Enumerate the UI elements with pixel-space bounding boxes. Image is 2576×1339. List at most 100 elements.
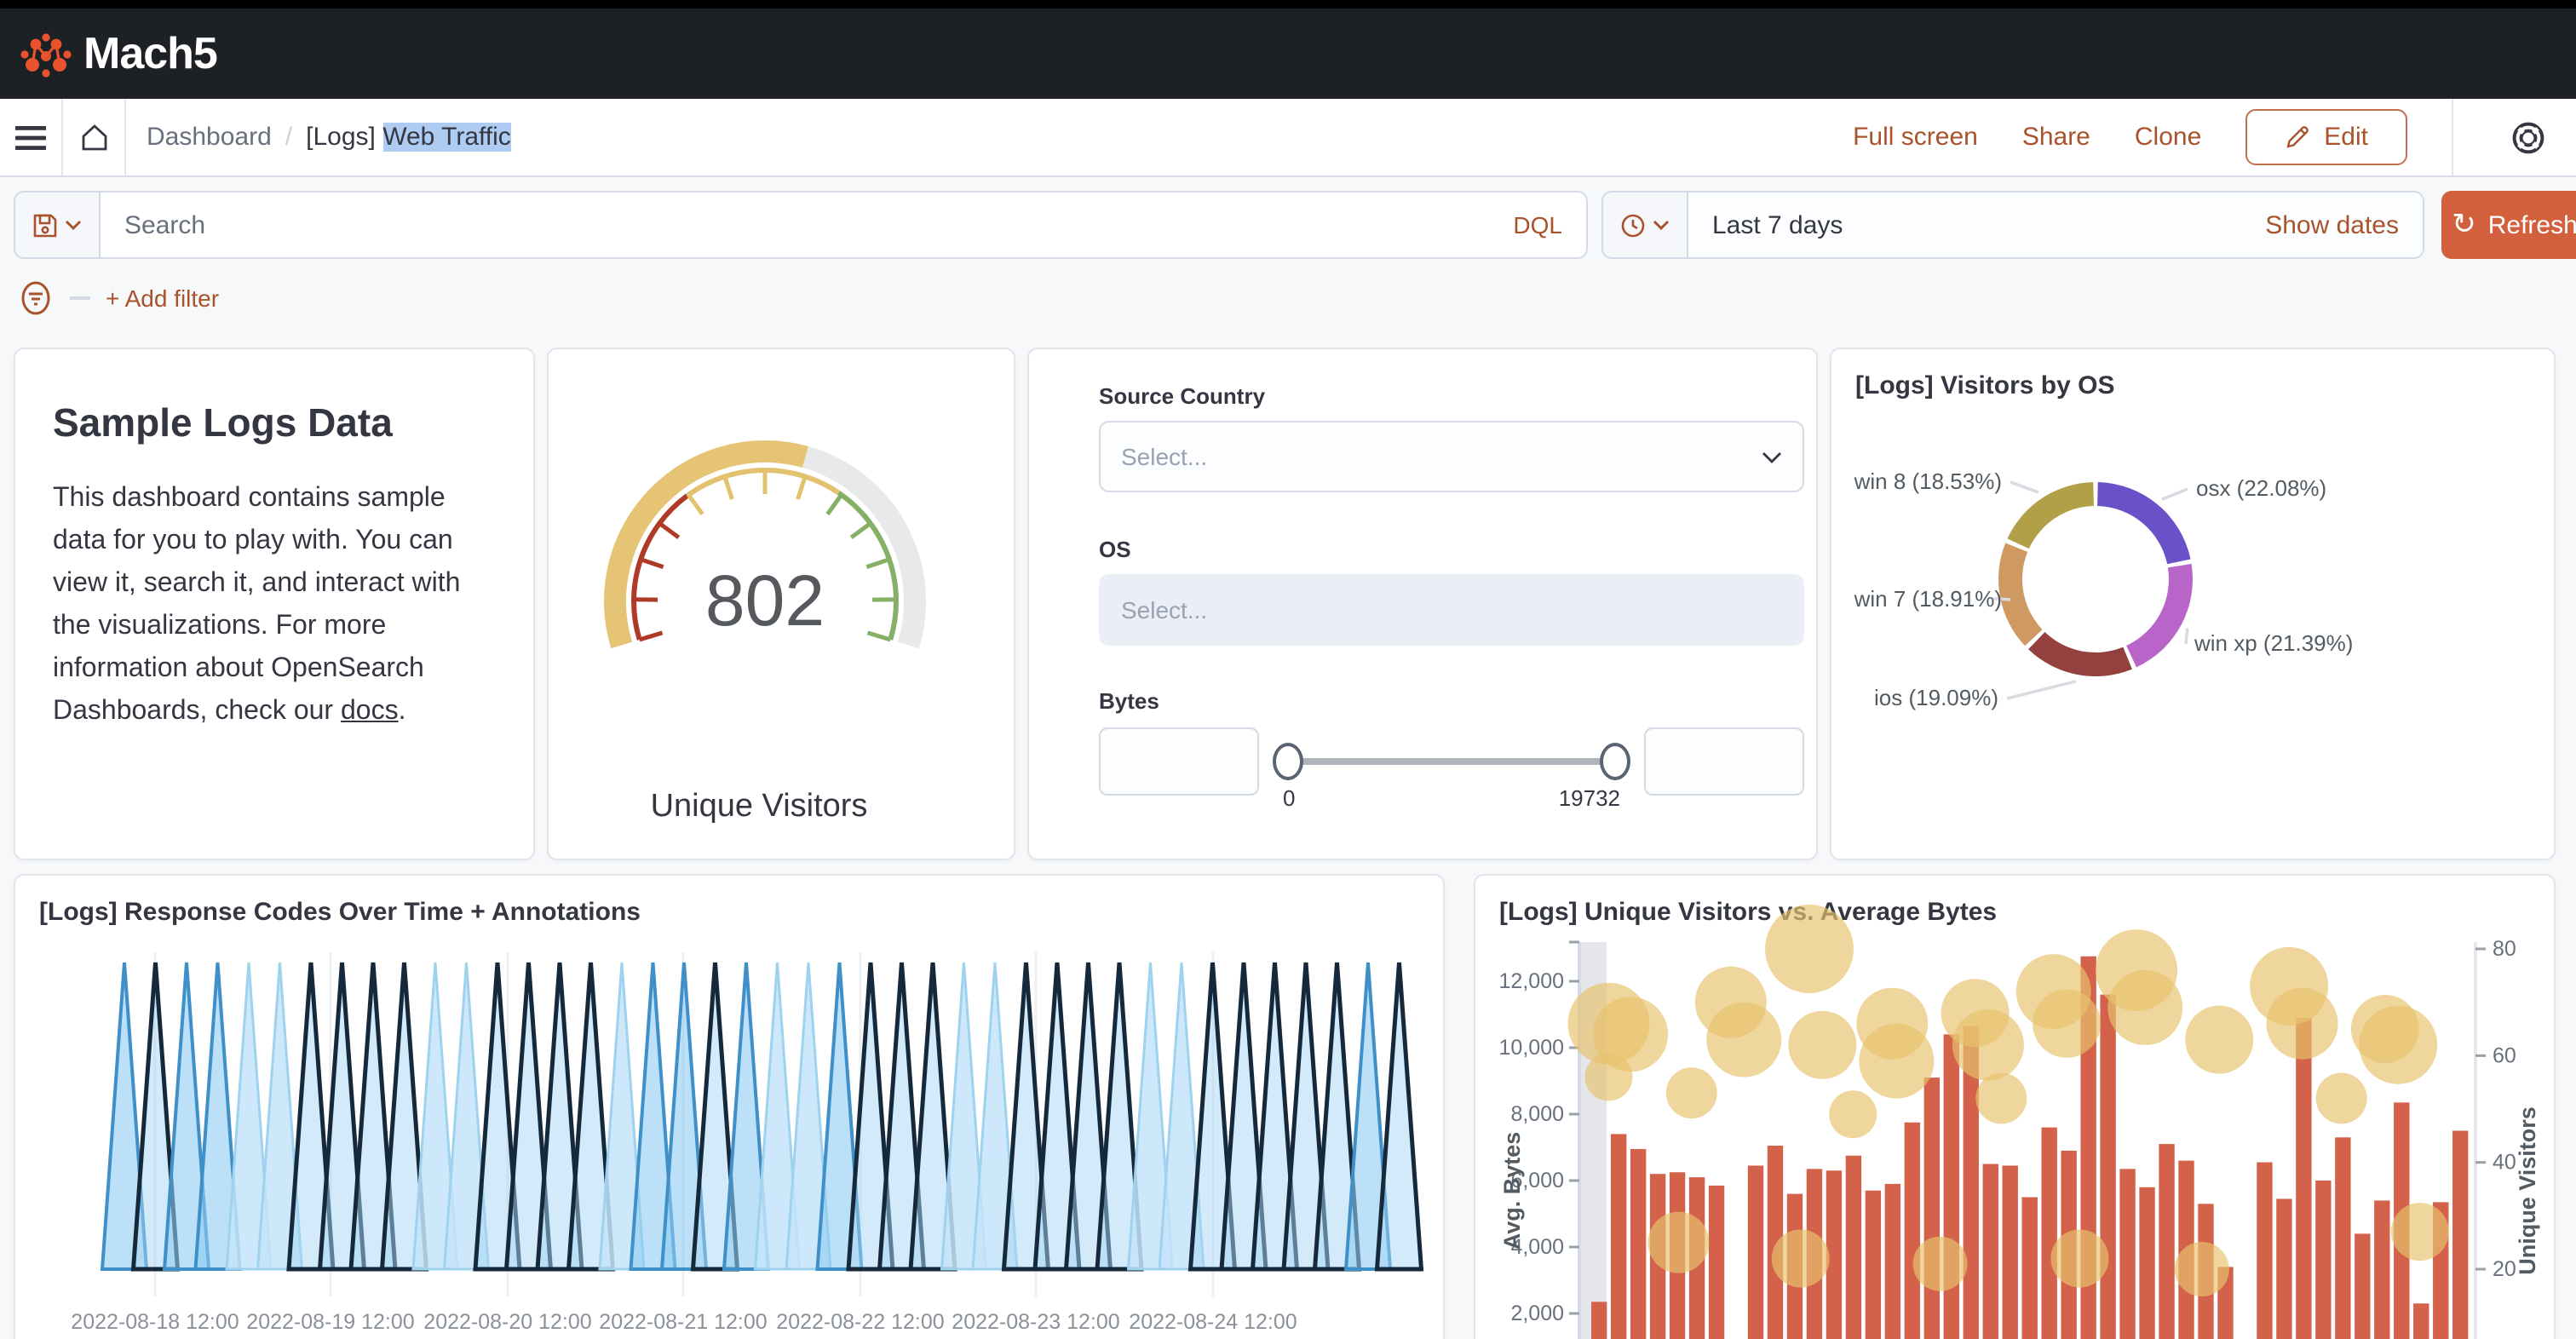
panel-controls: Source Country Select... OS Select... By… bbox=[1027, 348, 1818, 860]
svg-text:12,000: 12,000 bbox=[1499, 969, 1564, 993]
saved-queries-button[interactable] bbox=[15, 193, 101, 257]
bytes-max-value: 19732 bbox=[1559, 785, 1620, 811]
panel-response-codes: [Logs] Response Codes Over Time + Annota… bbox=[14, 874, 1445, 1339]
gauge-chart: 802 bbox=[549, 349, 1014, 859]
svg-text:2022-08-22 12:00: 2022-08-22 12:00 bbox=[776, 1310, 944, 1334]
svg-text:8,000: 8,000 bbox=[1510, 1102, 1564, 1126]
source-country-select[interactable]: Select... bbox=[1099, 421, 1804, 492]
pencil-icon bbox=[2285, 124, 2310, 150]
filter-icon[interactable] bbox=[17, 279, 55, 317]
svg-text:2022-08-24 12:00: 2022-08-24 12:00 bbox=[1129, 1310, 1297, 1334]
bytes-min-input[interactable] bbox=[1099, 727, 1259, 796]
panel-unique-visitors-gauge: 802 Unique Visitors bbox=[547, 348, 1015, 860]
mach5-logo-icon bbox=[20, 28, 72, 79]
svg-text:2022-08-18 12:00: 2022-08-18 12:00 bbox=[71, 1310, 239, 1334]
breadcrumb-current-prefix: [Logs] bbox=[306, 123, 382, 152]
home-icon bbox=[79, 123, 108, 152]
refresh-icon: ↻ bbox=[2452, 208, 2476, 242]
show-dates-button[interactable]: Show dates bbox=[2265, 210, 2399, 239]
bytes-slider-track-wrap: 0 19732 bbox=[1269, 727, 1634, 796]
hamburger-icon bbox=[15, 125, 46, 149]
markdown-body: This dashboard contains sample data for … bbox=[53, 477, 496, 733]
bytes-slider-track bbox=[1283, 758, 1620, 765]
response-codes-chart: 2022-08-18 12:00 2022-08-19 12:00 2022-08-… bbox=[15, 927, 1443, 1339]
full-screen-button[interactable]: Full screen bbox=[1853, 123, 1978, 152]
svg-text:2022-08-21 12:00: 2022-08-21 12:00 bbox=[599, 1310, 767, 1334]
svg-text:2022-08-23 12:00: 2022-08-23 12:00 bbox=[952, 1310, 1119, 1334]
edit-button-label: Edit bbox=[2324, 123, 2368, 152]
mach5-logo[interactable]: Mach5 bbox=[0, 27, 217, 80]
search-input[interactable] bbox=[101, 193, 1489, 257]
bytes-slider-handle-min[interactable] bbox=[1273, 743, 1303, 780]
query-bar: DQL Last 7 days Show dates ↻ Refresh bbox=[14, 191, 2562, 259]
dashboard-app: Mach5 Dashboard / [Logs] Web Traffic bbox=[0, 0, 2576, 1339]
clone-button[interactable]: Clone bbox=[2135, 123, 2201, 152]
svg-text:80: 80 bbox=[2493, 937, 2516, 961]
os-label: OS bbox=[1099, 537, 1804, 562]
svg-text:2,000: 2,000 bbox=[1510, 1302, 1564, 1325]
breadcrumb-separator: / bbox=[285, 123, 292, 152]
breadcrumb: Dashboard / [Logs] Web Traffic bbox=[147, 123, 511, 152]
visitors-by-os-chart: osx (22.08%) win xp (21.39%) ios (19.09%) w… bbox=[1831, 400, 2554, 853]
divider bbox=[124, 99, 126, 175]
life-ring-icon bbox=[2510, 118, 2547, 156]
svg-text:40: 40 bbox=[2493, 1151, 2516, 1175]
svg-text:60: 60 bbox=[2493, 1043, 2516, 1067]
docs-link[interactable]: docs bbox=[341, 697, 399, 726]
bytes-slider-handle-max[interactable] bbox=[1600, 743, 1630, 780]
chevron-down-icon bbox=[65, 220, 82, 230]
breadcrumb-current: [Logs] Web Traffic bbox=[306, 123, 511, 152]
source-country-label: Source Country bbox=[1099, 383, 1804, 409]
save-icon bbox=[32, 212, 58, 238]
os-placeholder: Select... bbox=[1121, 596, 1207, 624]
panel-visitors-vs-bytes: [Logs] Unique Visitors vs. Average Bytes… bbox=[1474, 874, 2556, 1339]
svg-text:2022-08-19 12:00: 2022-08-19 12:00 bbox=[246, 1310, 414, 1334]
panel-visitors-by-os: [Logs] Visitors by OS osx (22.08%) win xp… bbox=[1830, 348, 2556, 860]
response-codes-title: [Logs] Response Codes Over Time + Annota… bbox=[15, 876, 1443, 927]
svg-text:win 8 (18.53%): win 8 (18.53%) bbox=[1854, 468, 2002, 494]
refresh-button-label: Refresh bbox=[2488, 210, 2576, 239]
bytes-max-input[interactable] bbox=[1644, 727, 1804, 796]
svg-text:win xp (21.39%): win xp (21.39%) bbox=[2194, 630, 2353, 656]
share-button[interactable]: Share bbox=[2022, 123, 2090, 152]
refresh-button[interactable]: ↻ Refresh bbox=[2441, 191, 2576, 259]
nav-bar: Dashboard / [Logs] Web Traffic Full scre… bbox=[0, 99, 2576, 177]
panel-sample-logs-data: Sample Logs Data This dashboard contains… bbox=[14, 348, 535, 860]
chevron-down-icon bbox=[1653, 220, 1670, 230]
svg-text:20: 20 bbox=[2493, 1257, 2516, 1281]
add-filter-button[interactable]: + Add filter bbox=[106, 284, 219, 312]
svg-text:ios (19.09%): ios (19.09%) bbox=[1874, 685, 1998, 710]
svg-text:osx (22.08%): osx (22.08%) bbox=[2196, 475, 2326, 501]
time-quick-select-button[interactable] bbox=[1603, 193, 1688, 257]
help-button[interactable] bbox=[2498, 99, 2559, 175]
markdown-text-suffix: . bbox=[399, 697, 406, 726]
edit-button[interactable]: Edit bbox=[2245, 109, 2407, 165]
nav-actions: Full screen Share Clone Edit bbox=[1853, 99, 2576, 175]
breadcrumb-selected-text: Web Traffic bbox=[382, 123, 511, 152]
bytes-label: Bytes bbox=[1099, 688, 1804, 714]
source-country-placeholder: Select... bbox=[1121, 443, 1207, 470]
svg-text:802: 802 bbox=[705, 560, 825, 641]
window-top-strip bbox=[0, 0, 2576, 9]
search-group: DQL bbox=[14, 191, 1588, 259]
pie-panel-title: [Logs] Visitors by OS bbox=[1831, 349, 2554, 400]
home-button[interactable] bbox=[63, 99, 124, 175]
clock-icon bbox=[1620, 212, 1646, 238]
date-picker-group: Last 7 days Show dates bbox=[1601, 191, 2424, 259]
filter-bar: + Add filter bbox=[17, 276, 219, 320]
brand-bar: Mach5 bbox=[0, 9, 2576, 99]
svg-text:2022-08-20 12:00: 2022-08-20 12:00 bbox=[423, 1310, 591, 1334]
divider bbox=[70, 296, 90, 300]
time-range-button[interactable]: Last 7 days Show dates bbox=[1688, 193, 2423, 257]
visitors-vs-bytes-chart: 2,0004,0006,0008,00010,00012,00020406080… bbox=[1475, 876, 2554, 1339]
menu-button[interactable] bbox=[0, 99, 61, 175]
bytes-min-value: 0 bbox=[1283, 785, 1295, 811]
gauge-label: Unique Visitors bbox=[549, 789, 969, 826]
query-language-button[interactable]: DQL bbox=[1489, 193, 1586, 257]
chevron-down-icon bbox=[1762, 451, 1782, 463]
breadcrumb-dashboard[interactable]: Dashboard bbox=[147, 123, 272, 152]
os-select[interactable]: Select... bbox=[1099, 574, 1804, 646]
markdown-text: This dashboard contains sample data for … bbox=[53, 484, 460, 726]
markdown-title: Sample Logs Data bbox=[53, 400, 496, 446]
time-range-value: Last 7 days bbox=[1712, 210, 1843, 239]
